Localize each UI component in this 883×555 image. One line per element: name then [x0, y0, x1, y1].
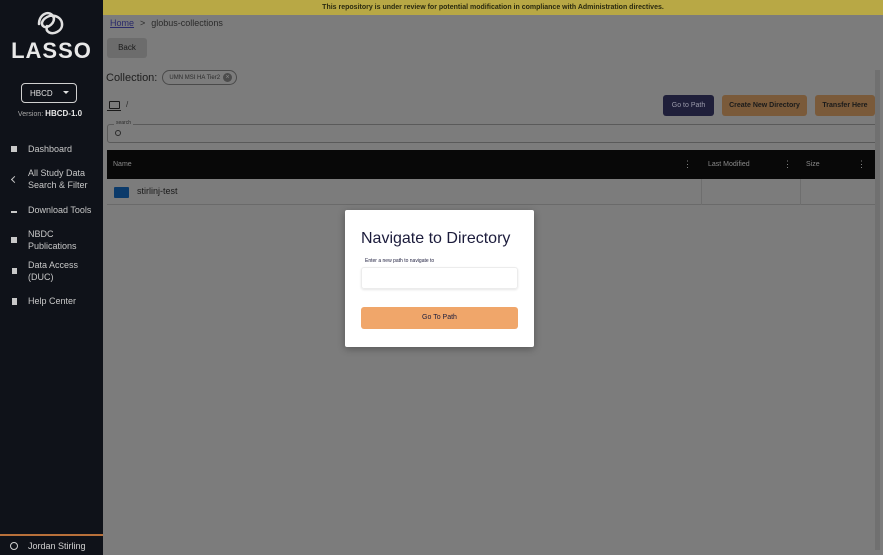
- dialog-title: Navigate to Directory: [361, 230, 511, 247]
- sidebar-item-label: Data Access (DUC): [28, 260, 79, 282]
- column-divider: [701, 179, 702, 205]
- sidebar-item-data-access[interactable]: Data Access (DUC): [0, 259, 103, 283]
- folder-icon: [114, 187, 129, 198]
- sidebar-item-label: NBDC Publications: [28, 229, 77, 251]
- scrollbar[interactable]: [875, 70, 880, 550]
- sidebar-item-label: Dashboard: [28, 144, 73, 154]
- back-button[interactable]: Back: [107, 38, 147, 58]
- path-input-label: Enter a new path to navigate to: [365, 258, 435, 264]
- chart-icon: [10, 175, 18, 183]
- go-to-path-submit-button[interactable]: Go To Path: [361, 307, 518, 329]
- sidebar-item-help-center[interactable]: Help Center: [0, 295, 103, 307]
- version-value: HBCD-1.0: [45, 109, 83, 118]
- user-name: Jordan Stirling: [28, 540, 86, 551]
- laptop-icon: [107, 100, 121, 111]
- grid-icon: [11, 146, 17, 152]
- search-icon: [115, 130, 121, 136]
- version-label: Version:: [17, 111, 44, 118]
- sidebar-item-label: Help Center: [28, 296, 77, 306]
- table-row[interactable]: stirlinj-test: [107, 179, 879, 205]
- breadcrumb-home-link[interactable]: Home: [110, 18, 134, 28]
- go-to-path-button[interactable]: Go to Path: [663, 95, 714, 116]
- transfer-here-button[interactable]: Transfer Here: [815, 95, 875, 116]
- publication-icon: [11, 237, 17, 243]
- collection-chip-label: UMN MSI HA Tier2: [169, 74, 221, 81]
- column-name-label: Name: [113, 161, 132, 168]
- collection-row: Collection: UMN MSI HA Tier2 ×: [106, 70, 238, 85]
- row-name[interactable]: stirlinj-test: [137, 186, 178, 196]
- breadcrumb: Home > globus-collections: [110, 18, 223, 28]
- column-header-size[interactable]: Size: [806, 150, 820, 179]
- column-last-modified-label: Last Modified: [708, 161, 750, 168]
- study-select-value: HBCD: [30, 88, 53, 98]
- search-label: search: [114, 120, 134, 126]
- user-avatar-icon: [10, 541, 18, 550]
- column-header-name[interactable]: Name: [113, 150, 132, 179]
- sidebar-item-download-tools[interactable]: Download Tools: [0, 204, 103, 216]
- lasso-logo-icon: [37, 12, 64, 35]
- column-menu-icon[interactable]: ⋮: [857, 150, 866, 179]
- table-header: Name ⋮ Last Modified ⋮ Size ⋮: [107, 150, 879, 179]
- navigate-dialog: Navigate to Directory Enter a new path t…: [345, 210, 534, 347]
- collection-label: Collection:: [106, 71, 158, 84]
- logo-text: LASSO: [11, 38, 92, 63]
- create-directory-button[interactable]: Create New Directory: [722, 95, 807, 116]
- current-path: /: [126, 100, 129, 109]
- breadcrumb-current: globus-collections: [151, 18, 223, 28]
- column-menu-icon[interactable]: ⋮: [783, 150, 792, 179]
- notice-banner: This repository is under review for pote…: [103, 0, 883, 15]
- book-icon: [11, 297, 17, 305]
- column-divider: [800, 179, 801, 205]
- column-size-label: Size: [806, 161, 820, 168]
- collection-chip[interactable]: UMN MSI HA Tier2 ×: [162, 70, 238, 85]
- version-info: Version: HBCD-1.0: [0, 109, 100, 118]
- lock-icon: [11, 268, 17, 274]
- search-input[interactable]: search: [107, 120, 879, 143]
- path-input[interactable]: [361, 267, 518, 289]
- chip-remove-icon[interactable]: ×: [223, 73, 233, 82]
- download-icon: [11, 208, 17, 213]
- sidebar: LASSO HBCD Version: HBCD-1.0 Dashboard A…: [0, 0, 103, 555]
- sidebar-item-label: All Study Data Search & Filter: [28, 168, 88, 190]
- sidebar-item-dashboard[interactable]: Dashboard: [0, 143, 103, 155]
- study-select[interactable]: HBCD: [21, 83, 77, 103]
- sidebar-item-study-data[interactable]: All Study Data Search & Filter: [0, 167, 90, 191]
- sidebar-item-publications[interactable]: NBDC Publications: [0, 228, 103, 252]
- column-header-last-modified[interactable]: Last Modified: [708, 150, 750, 179]
- user-menu[interactable]: Jordan Stirling: [0, 534, 103, 555]
- column-menu-icon[interactable]: ⋮: [683, 150, 692, 179]
- sidebar-item-label: Download Tools: [28, 205, 92, 215]
- breadcrumb-separator: >: [140, 18, 146, 28]
- caret-down-icon: [63, 91, 69, 94]
- path-row: /: [107, 100, 129, 111]
